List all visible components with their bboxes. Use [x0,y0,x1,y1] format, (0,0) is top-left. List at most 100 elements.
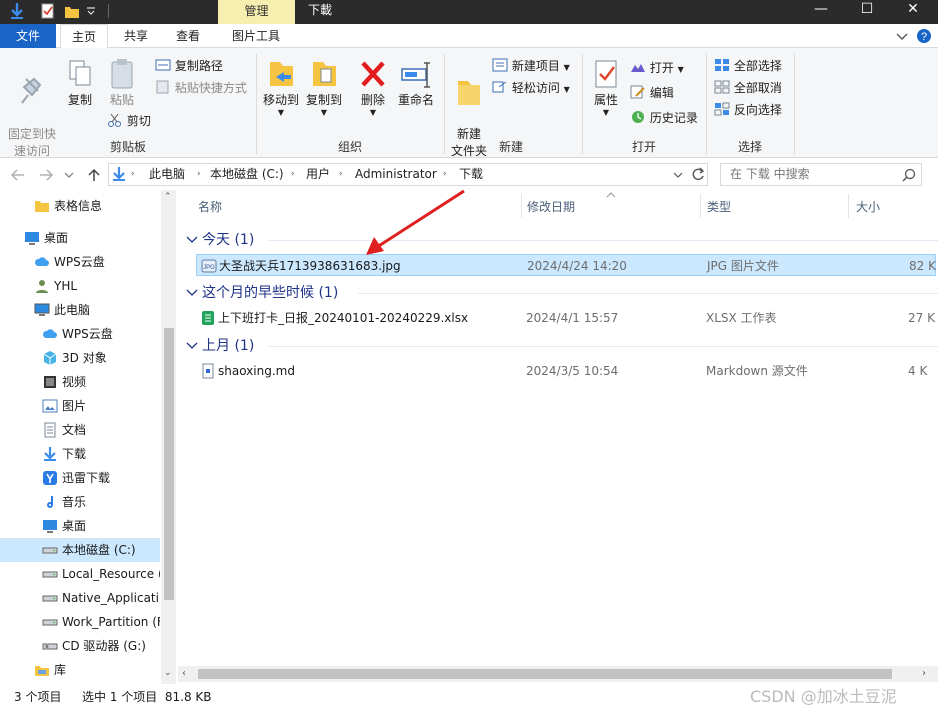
history-button[interactable]: 历史记录 [630,110,698,126]
column-divider[interactable] [700,194,701,218]
group-collapse-chevron-icon[interactable] [186,288,198,298]
group-collapse-chevron-icon[interactable] [186,235,198,245]
paste-shortcut-button[interactable]: 粘贴快捷方式 [155,80,247,96]
tab-share[interactable]: 共享 [112,24,160,48]
column-divider[interactable] [848,194,849,218]
nav-item[interactable]: 本地磁盘 (C:) [0,538,160,562]
address-box[interactable]: › 此电脑 › 本地磁盘 (C:) › 用户 › Administrator ›… [108,163,708,186]
nav-item[interactable]: 音乐 [0,490,160,514]
manage-context-tab[interactable]: 管理 [218,0,295,24]
forward-arrow-icon[interactable] [38,168,54,182]
maximize-button[interactable]: ☐ [844,0,890,22]
column-header-size[interactable]: 大小 [856,190,880,222]
recent-locations-chevron-icon[interactable] [64,171,74,179]
breadcrumb-users[interactable]: 用户 [306,164,330,185]
nav-item[interactable]: 库 [0,658,160,682]
select-none-button[interactable]: 全部取消 [714,80,782,96]
column-divider[interactable] [521,194,522,218]
nav-item-label: Native_Applicati [62,591,159,605]
search-input[interactable]: 在 下载 中搜索 [720,163,922,186]
new-item-button[interactable]: 新建项目 ▼ [492,58,570,76]
quick-access-download-icon[interactable] [8,2,26,20]
group-header[interactable]: 今天 (1) [202,230,254,250]
column-header-date[interactable]: 修改日期 [527,190,575,222]
invert-selection-button[interactable]: 反向选择 [714,102,782,118]
address-history-chevron-icon[interactable] [673,171,683,179]
column-header-type[interactable]: 类型 [707,190,731,222]
download-folder-icon [113,167,125,181]
customize-toolbar-chevron-icon[interactable] [86,6,96,16]
column-header-name[interactable]: 名称 [198,190,222,222]
tab-view[interactable]: 查看 [164,24,212,48]
rename-button[interactable]: 重命名 [395,58,437,109]
cut-button[interactable]: 剪切 [107,113,151,129]
group-header[interactable]: 这个月的早些时候 (1) [202,283,338,303]
nav-item[interactable]: 表格信息 [0,194,160,218]
refresh-icon[interactable] [691,167,705,182]
tab-home[interactable]: 主页 [60,24,108,49]
move-to-label: 移动到 [262,93,299,107]
nav-item[interactable]: YHL [0,274,160,298]
nav-item[interactable]: Work_Partition (F [0,610,160,634]
up-arrow-icon[interactable] [86,167,102,183]
nav-item[interactable]: CD 驱动器 (G:) [0,634,160,658]
nav-item[interactable]: Native_Applicati [0,586,160,610]
horizontal-scrollbar-thumb[interactable] [198,669,892,679]
nav-item[interactable]: 视频 [0,370,160,394]
file-type: Markdown 源文件 [706,364,808,378]
expand-ribbon-chevron-icon[interactable] [896,31,908,41]
minimize-button[interactable]: — [798,0,844,22]
search-icon[interactable] [902,168,916,182]
nav-item[interactable]: 迅雷下载 [0,466,160,490]
copy-to-button[interactable]: 复制到 ▼ [303,58,345,117]
select-all-button[interactable]: 全部选择 [714,58,782,74]
nav-item[interactable]: Local_Resource ( [0,562,160,586]
drive-icon [42,595,58,602]
open-button[interactable]: 打开 ▼ [630,60,684,78]
nav-item[interactable]: 桌面 [0,514,160,538]
tab-picture-tools[interactable]: 图片工具 [220,24,292,48]
nav-item[interactable]: 文档 [0,418,160,442]
group-collapse-chevron-icon[interactable] [186,341,198,351]
scroll-left-chevron-icon[interactable]: ‹ [182,666,186,682]
properties-check-icon[interactable] [40,3,56,19]
nav-item[interactable]: WPS云盘 [0,250,160,274]
edit-button[interactable]: 编辑 [630,85,674,101]
nav-item[interactable]: 3D 对象 [0,346,160,370]
breadcrumb-downloads[interactable]: 下载 [459,164,483,185]
file-date: 2024/4/24 14:20 [527,259,627,273]
tab-file[interactable]: 文件 [0,24,56,48]
select-none-icon [714,80,730,94]
copy-path-button[interactable]: 复制路径 [155,58,223,74]
new-group-title: 新建 [498,140,523,154]
horizontal-scrollbar[interactable]: ‹ › [178,666,938,682]
nav-item[interactable]: 此电脑 [0,298,160,322]
copy-to-folder-icon [313,62,336,86]
nav-item[interactable]: WPS云盘 [0,322,160,346]
file-row[interactable]: shaoxing.md 2024/3/5 10:54 Markdown 源文件 4 K [196,360,936,382]
scroll-right-chevron-icon[interactable]: › [922,666,926,682]
selection-info: 选中 1 个项目 81.8 KB [82,690,212,704]
easy-access-button[interactable]: 轻松访问 ▼ [492,80,570,98]
new-folder-quick-icon[interactable] [64,3,80,19]
delete-button[interactable]: 删除 ▼ [355,58,391,117]
nav-scrollbar-thumb[interactable] [164,328,174,600]
properties-button[interactable]: 属性 ▼ [588,58,624,117]
breadcrumb-administrator[interactable]: Administrator [355,164,437,185]
breadcrumb-this-pc[interactable]: 此电脑 [149,164,185,185]
file-row[interactable]: 上下班打卡_日报_20240101-20240229.xlsx 2024/4/1 … [196,307,936,329]
move-to-button[interactable]: 移动到 ▼ [260,58,302,117]
copy-button[interactable]: 复制 [62,58,98,109]
nav-item[interactable]: 下载 [0,442,160,466]
nav-item[interactable]: 桌面 [0,226,160,250]
file-row[interactable]: JPG 大圣战天兵1713938631683.jpg 2024/4/24 14:20… [196,254,936,276]
breadcrumb-local-disk[interactable]: 本地磁盘 (C:) [210,164,284,185]
group-header[interactable]: 上月 (1) [202,336,254,356]
help-icon[interactable]: ? [916,28,932,44]
back-arrow-icon[interactable] [10,168,26,182]
scroll-up-chevron-icon[interactable]: ⌃ [164,192,172,202]
close-button[interactable]: ✕ [890,0,936,22]
nav-item[interactable]: 图片 [0,394,160,418]
paste-button[interactable]: 粘贴 [102,58,142,109]
scroll-down-chevron-icon[interactable]: ⌄ [164,668,172,678]
